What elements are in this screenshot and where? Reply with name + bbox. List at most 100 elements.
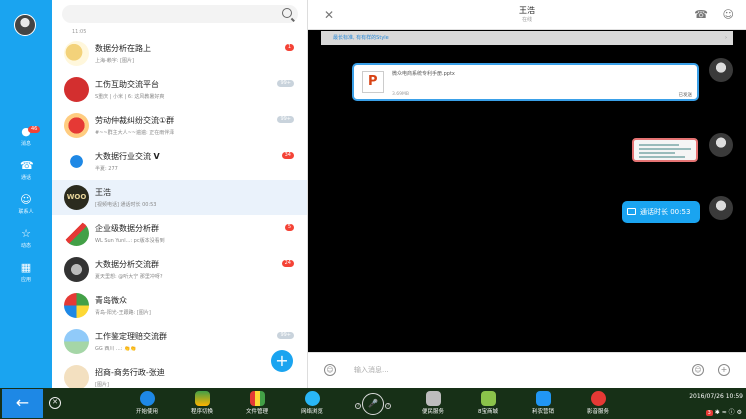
conversation-name: 招商-商务行政-张迪 xyxy=(95,368,165,377)
add-attachment-icon[interactable]: + xyxy=(718,364,730,376)
taskbar-app-label: 网络浏览 xyxy=(300,409,323,415)
nav-item-label: 联系人 xyxy=(18,209,34,215)
search-icon[interactable] xyxy=(282,8,292,18)
image-message[interactable] xyxy=(632,138,698,162)
notification-badge[interactable]: 3 xyxy=(705,410,713,416)
taskbar-app-label: 便民服务 xyxy=(421,409,444,415)
nav-item-calls[interactable]: ☎ 通话 xyxy=(0,160,52,182)
call-duration-text: 通话时长 00:53 xyxy=(640,208,691,216)
taskbar-app-browser[interactable]: 网络浏览 xyxy=(286,391,338,415)
emoji-picker-icon[interactable]: ☺ xyxy=(692,364,704,376)
info-icon[interactable]: ⓘ xyxy=(729,409,735,416)
contacts-icon: ☺ xyxy=(20,193,32,206)
unread-badge: 34 xyxy=(281,152,294,159)
conversation-preview: WL Sun Yunl...: pc版本没看到 xyxy=(95,238,165,244)
close-all-button[interactable]: ✕ xyxy=(49,397,61,409)
voice-button[interactable]: 🎤 xyxy=(362,393,384,415)
contact-profile-icon[interactable]: ☺ xyxy=(723,8,734,21)
conversation-list: 11:05 数据分析在路上 上海-赖宇: [图片] 1 工伤互助交流平台 S重庆… xyxy=(52,0,308,388)
conversation-name: 工作鉴定理赔交流群 xyxy=(95,332,167,341)
prev-icon[interactable]: ? xyxy=(355,403,361,409)
settings-icon[interactable]: ⚙ xyxy=(737,409,742,416)
file-name: 微众电商系统专利手册.pptx xyxy=(392,71,455,77)
conversation-row[interactable]: 企业级数据分析群 WL Sun Yunl...: pc版本没看到 5 xyxy=(52,216,307,251)
conversation-name: 王浩 xyxy=(95,188,111,197)
search-input[interactable] xyxy=(62,5,298,23)
phone-icon[interactable]: ☎ xyxy=(694,8,708,21)
conversation-name: 大数据分析交流群 xyxy=(95,260,159,269)
video-camera-icon xyxy=(627,208,636,215)
conversation-name: 大数据行业交流 V xyxy=(95,152,160,161)
taskbar-app-label: 8宝商城 xyxy=(478,409,498,415)
conversation-row[interactable]: 工作鉴定理赔交流群 GG 西川 ...: 👏👏 99+ xyxy=(52,324,307,359)
chat-title: 王浩 xyxy=(519,6,535,15)
chevron-right-icon: › xyxy=(725,35,727,41)
nav-item-label: 动态 xyxy=(20,243,31,249)
message-input[interactable]: 输入消息... xyxy=(354,365,389,375)
conversation-preview: #~~群主大人~~遍遍: 正在雨伴泽 xyxy=(95,130,175,136)
bluetooth-icon: ✱ xyxy=(714,409,720,416)
nav-item-moments[interactable]: ☆ 动态 xyxy=(0,228,52,250)
group-avatar xyxy=(64,149,89,174)
conversation-row[interactable]: 招商-商务行政-张迪 [图片] xyxy=(52,360,307,388)
conversation-preview: 半夏: 277 xyxy=(95,166,118,172)
emoji-icon[interactable]: ☺ xyxy=(324,364,336,376)
conversation-preview: 上海-赖宇: [图片] xyxy=(95,58,134,64)
microphone-icon: 🎤 xyxy=(368,399,378,408)
taskbar-app-files[interactable]: 文件管理 xyxy=(231,391,283,415)
conversation-row[interactable]: WOO 王浩 [视频电话] 通话时长 00:53 xyxy=(52,180,307,215)
basket-icon xyxy=(480,391,496,406)
nav-item-apps[interactable]: ▦ 应用 xyxy=(0,261,52,284)
chat-status: 在线 xyxy=(521,17,532,23)
next-icon[interactable]: ? xyxy=(385,403,391,409)
nav-item-label: 应用 xyxy=(20,277,31,283)
conversation-name: 数据分析在路上 xyxy=(95,44,151,53)
conversation-preview: GG 西川 ...: 👏👏 xyxy=(95,346,137,352)
taskbar-app-services[interactable]: 便民服务 xyxy=(407,391,459,415)
nav-item-messages[interactable]: ● 消息 46 xyxy=(0,126,52,147)
unread-badge: 5 xyxy=(284,224,294,231)
sender-avatar[interactable] xyxy=(709,58,733,82)
conversation-name: 劳动仲裁纠纷交流①群 xyxy=(95,116,175,125)
pptx-file-icon: P xyxy=(362,71,384,93)
conversation-preview: [视频电话] 通话时长 00:53 xyxy=(95,202,157,208)
file-status: 已发送 xyxy=(678,93,693,98)
timestamp: 11:05 xyxy=(72,29,87,35)
taskbar-app-media[interactable]: 影音服务 xyxy=(572,391,624,415)
nav-item-label: 消息 xyxy=(20,141,31,147)
conversation-row[interactable]: 工伤互助交流平台 S重庆 | 小米 | 6: 这风教暑好爽 99+ xyxy=(52,72,307,107)
notice-banner[interactable]: 最长标准, 有有样的Style › xyxy=(321,31,733,45)
new-chat-button[interactable]: + xyxy=(271,350,293,372)
my-avatar[interactable] xyxy=(14,14,36,36)
play-icon xyxy=(590,391,606,406)
taskbar-app-marketing[interactable]: 利农营销 xyxy=(517,391,569,415)
file-message[interactable]: P 微众电商系统专利手册.pptx 3.69MB 已发送 xyxy=(352,63,699,101)
conversation-row[interactable]: 劳动仲裁纠纷交流①群 #~~群主大人~~遍遍: 正在雨伴泽 99+ xyxy=(52,108,307,143)
conversation-row[interactable]: 青岛微众 青岛-阳光-王跟路: [图片] xyxy=(52,288,307,323)
sender-avatar[interactable] xyxy=(709,196,733,220)
taskbar-app-start[interactable]: 开始使用 xyxy=(121,391,173,415)
taskbar-app-label: 影音服务 xyxy=(586,409,609,415)
books-icon xyxy=(249,391,265,406)
sender-avatar[interactable] xyxy=(709,133,733,157)
nav-item-contacts[interactable]: ☺ 联系人 xyxy=(0,193,52,216)
taskbar-app-mall[interactable]: 8宝商城 xyxy=(462,391,514,415)
wifi-icon: ≈ xyxy=(721,409,727,416)
back-button[interactable]: ← xyxy=(2,389,43,418)
video-call-message[interactable]: 通话时长 00:53 xyxy=(622,201,700,223)
apps-grid-icon: ▦ xyxy=(20,261,32,274)
left-nav: ● 消息 46 ☎ 通话 ☺ 联系人 ☆ 动态 ▦ 应用 xyxy=(0,0,52,388)
contact-avatar: WOO xyxy=(64,185,89,210)
system-taskbar: ← ✕ 开始使用 程序切换 文件管理 网络浏览 ? 🎤 ? 便民服务 8宝商城 xyxy=(0,388,746,419)
group-avatar xyxy=(64,293,89,318)
conversation-row[interactable]: 数据分析在路上 上海-赖宇: [图片] 1 xyxy=(52,36,307,71)
group-avatar xyxy=(64,41,89,66)
conversation-row[interactable]: 大数据分析交流群 夏天里想: @听大宁 那里冲呀? 24 xyxy=(52,252,307,287)
message-input-bar: ☺ 输入消息... ☺ + xyxy=(308,352,746,388)
taskbar-app-switch[interactable]: 程序切换 xyxy=(176,391,228,415)
stack-icon xyxy=(194,391,210,406)
house-icon xyxy=(535,391,551,406)
conversation-row[interactable]: 大数据行业交流 V 半夏: 277 34 xyxy=(52,144,307,179)
file-size: 3.69MB xyxy=(392,92,409,97)
conversation-name: 企业级数据分析群 xyxy=(95,224,159,233)
